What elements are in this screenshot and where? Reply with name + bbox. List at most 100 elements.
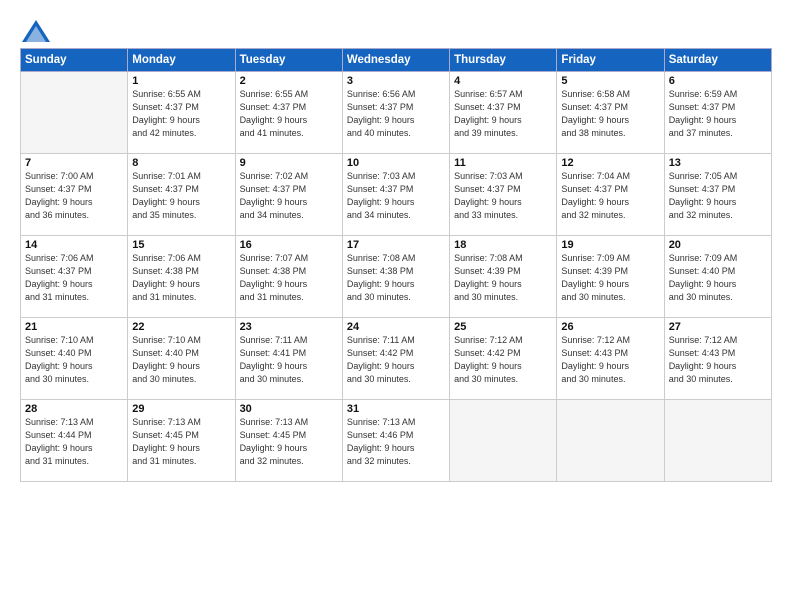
calendar-week-1: 7Sunrise: 7:00 AMSunset: 4:37 PMDaylight… <box>21 154 772 236</box>
day-info: Sunrise: 7:08 AMSunset: 4:39 PMDaylight:… <box>454 252 552 304</box>
calendar-cell: 23Sunrise: 7:11 AMSunset: 4:41 PMDayligh… <box>235 318 342 400</box>
day-number: 12 <box>561 157 659 169</box>
calendar-cell: 2Sunrise: 6:55 AMSunset: 4:37 PMDaylight… <box>235 72 342 154</box>
day-info: Sunrise: 7:03 AMSunset: 4:37 PMDaylight:… <box>347 170 445 222</box>
day-info: Sunrise: 7:10 AMSunset: 4:40 PMDaylight:… <box>25 334 123 386</box>
calendar-cell: 13Sunrise: 7:05 AMSunset: 4:37 PMDayligh… <box>664 154 771 236</box>
day-info: Sunrise: 7:09 AMSunset: 4:39 PMDaylight:… <box>561 252 659 304</box>
day-number: 21 <box>25 321 123 333</box>
day-info: Sunrise: 6:58 AMSunset: 4:37 PMDaylight:… <box>561 88 659 140</box>
day-info: Sunrise: 7:06 AMSunset: 4:37 PMDaylight:… <box>25 252 123 304</box>
page: SundayMondayTuesdayWednesdayThursdayFrid… <box>0 0 792 612</box>
calendar-cell <box>450 400 557 482</box>
calendar-cell: 5Sunrise: 6:58 AMSunset: 4:37 PMDaylight… <box>557 72 664 154</box>
day-info: Sunrise: 7:03 AMSunset: 4:37 PMDaylight:… <box>454 170 552 222</box>
calendar-cell: 25Sunrise: 7:12 AMSunset: 4:42 PMDayligh… <box>450 318 557 400</box>
day-info: Sunrise: 7:01 AMSunset: 4:37 PMDaylight:… <box>132 170 230 222</box>
day-number: 18 <box>454 239 552 251</box>
day-number: 26 <box>561 321 659 333</box>
calendar-cell: 14Sunrise: 7:06 AMSunset: 4:37 PMDayligh… <box>21 236 128 318</box>
day-number: 23 <box>240 321 338 333</box>
calendar-cell: 8Sunrise: 7:01 AMSunset: 4:37 PMDaylight… <box>128 154 235 236</box>
calendar-cell: 27Sunrise: 7:12 AMSunset: 4:43 PMDayligh… <box>664 318 771 400</box>
day-number: 20 <box>669 239 767 251</box>
day-number: 13 <box>669 157 767 169</box>
calendar-cell: 28Sunrise: 7:13 AMSunset: 4:44 PMDayligh… <box>21 400 128 482</box>
logo-icon <box>20 18 52 44</box>
calendar-cell: 17Sunrise: 7:08 AMSunset: 4:38 PMDayligh… <box>342 236 449 318</box>
day-info: Sunrise: 6:56 AMSunset: 4:37 PMDaylight:… <box>347 88 445 140</box>
day-info: Sunrise: 7:11 AMSunset: 4:41 PMDaylight:… <box>240 334 338 386</box>
calendar-cell <box>664 400 771 482</box>
calendar-header-row: SundayMondayTuesdayWednesdayThursdayFrid… <box>21 49 772 72</box>
day-number: 28 <box>25 403 123 415</box>
calendar-cell <box>21 72 128 154</box>
day-info: Sunrise: 6:57 AMSunset: 4:37 PMDaylight:… <box>454 88 552 140</box>
logo <box>20 18 56 40</box>
day-info: Sunrise: 7:00 AMSunset: 4:37 PMDaylight:… <box>25 170 123 222</box>
calendar-cell: 19Sunrise: 7:09 AMSunset: 4:39 PMDayligh… <box>557 236 664 318</box>
day-info: Sunrise: 7:09 AMSunset: 4:40 PMDaylight:… <box>669 252 767 304</box>
header <box>20 18 772 40</box>
day-info: Sunrise: 7:13 AMSunset: 4:44 PMDaylight:… <box>25 416 123 468</box>
calendar-cell: 11Sunrise: 7:03 AMSunset: 4:37 PMDayligh… <box>450 154 557 236</box>
day-number: 27 <box>669 321 767 333</box>
day-info: Sunrise: 7:12 AMSunset: 4:43 PMDaylight:… <box>669 334 767 386</box>
day-header-thursday: Thursday <box>450 49 557 72</box>
calendar-cell: 10Sunrise: 7:03 AMSunset: 4:37 PMDayligh… <box>342 154 449 236</box>
calendar-cell: 29Sunrise: 7:13 AMSunset: 4:45 PMDayligh… <box>128 400 235 482</box>
day-number: 7 <box>25 157 123 169</box>
day-number: 9 <box>240 157 338 169</box>
calendar-cell: 7Sunrise: 7:00 AMSunset: 4:37 PMDaylight… <box>21 154 128 236</box>
day-info: Sunrise: 7:13 AMSunset: 4:46 PMDaylight:… <box>347 416 445 468</box>
calendar-cell: 12Sunrise: 7:04 AMSunset: 4:37 PMDayligh… <box>557 154 664 236</box>
calendar-week-4: 28Sunrise: 7:13 AMSunset: 4:44 PMDayligh… <box>21 400 772 482</box>
day-header-wednesday: Wednesday <box>342 49 449 72</box>
day-number: 11 <box>454 157 552 169</box>
calendar-cell: 31Sunrise: 7:13 AMSunset: 4:46 PMDayligh… <box>342 400 449 482</box>
day-header-sunday: Sunday <box>21 49 128 72</box>
day-number: 16 <box>240 239 338 251</box>
day-number: 30 <box>240 403 338 415</box>
day-info: Sunrise: 7:06 AMSunset: 4:38 PMDaylight:… <box>132 252 230 304</box>
day-info: Sunrise: 7:12 AMSunset: 4:43 PMDaylight:… <box>561 334 659 386</box>
calendar-cell: 16Sunrise: 7:07 AMSunset: 4:38 PMDayligh… <box>235 236 342 318</box>
day-number: 17 <box>347 239 445 251</box>
day-number: 1 <box>132 75 230 87</box>
day-info: Sunrise: 7:02 AMSunset: 4:37 PMDaylight:… <box>240 170 338 222</box>
day-info: Sunrise: 6:59 AMSunset: 4:37 PMDaylight:… <box>669 88 767 140</box>
calendar-cell: 20Sunrise: 7:09 AMSunset: 4:40 PMDayligh… <box>664 236 771 318</box>
calendar-cell: 9Sunrise: 7:02 AMSunset: 4:37 PMDaylight… <box>235 154 342 236</box>
calendar-cell: 30Sunrise: 7:13 AMSunset: 4:45 PMDayligh… <box>235 400 342 482</box>
day-number: 25 <box>454 321 552 333</box>
day-number: 15 <box>132 239 230 251</box>
day-number: 6 <box>669 75 767 87</box>
day-number: 14 <box>25 239 123 251</box>
day-info: Sunrise: 7:10 AMSunset: 4:40 PMDaylight:… <box>132 334 230 386</box>
calendar-cell <box>557 400 664 482</box>
day-number: 8 <box>132 157 230 169</box>
day-number: 2 <box>240 75 338 87</box>
day-info: Sunrise: 7:13 AMSunset: 4:45 PMDaylight:… <box>240 416 338 468</box>
day-info: Sunrise: 7:11 AMSunset: 4:42 PMDaylight:… <box>347 334 445 386</box>
calendar-cell: 21Sunrise: 7:10 AMSunset: 4:40 PMDayligh… <box>21 318 128 400</box>
day-info: Sunrise: 7:05 AMSunset: 4:37 PMDaylight:… <box>669 170 767 222</box>
calendar-cell: 3Sunrise: 6:56 AMSunset: 4:37 PMDaylight… <box>342 72 449 154</box>
day-info: Sunrise: 7:08 AMSunset: 4:38 PMDaylight:… <box>347 252 445 304</box>
day-info: Sunrise: 6:55 AMSunset: 4:37 PMDaylight:… <box>240 88 338 140</box>
day-number: 29 <box>132 403 230 415</box>
day-number: 3 <box>347 75 445 87</box>
calendar-cell: 1Sunrise: 6:55 AMSunset: 4:37 PMDaylight… <box>128 72 235 154</box>
calendar-cell: 18Sunrise: 7:08 AMSunset: 4:39 PMDayligh… <box>450 236 557 318</box>
day-number: 24 <box>347 321 445 333</box>
day-number: 22 <box>132 321 230 333</box>
calendar-cell: 24Sunrise: 7:11 AMSunset: 4:42 PMDayligh… <box>342 318 449 400</box>
day-number: 31 <box>347 403 445 415</box>
day-info: Sunrise: 6:55 AMSunset: 4:37 PMDaylight:… <box>132 88 230 140</box>
calendar-cell: 4Sunrise: 6:57 AMSunset: 4:37 PMDaylight… <box>450 72 557 154</box>
day-info: Sunrise: 7:07 AMSunset: 4:38 PMDaylight:… <box>240 252 338 304</box>
calendar-week-3: 21Sunrise: 7:10 AMSunset: 4:40 PMDayligh… <box>21 318 772 400</box>
calendar-cell: 26Sunrise: 7:12 AMSunset: 4:43 PMDayligh… <box>557 318 664 400</box>
calendar-week-2: 14Sunrise: 7:06 AMSunset: 4:37 PMDayligh… <box>21 236 772 318</box>
calendar: SundayMondayTuesdayWednesdayThursdayFrid… <box>20 48 772 482</box>
